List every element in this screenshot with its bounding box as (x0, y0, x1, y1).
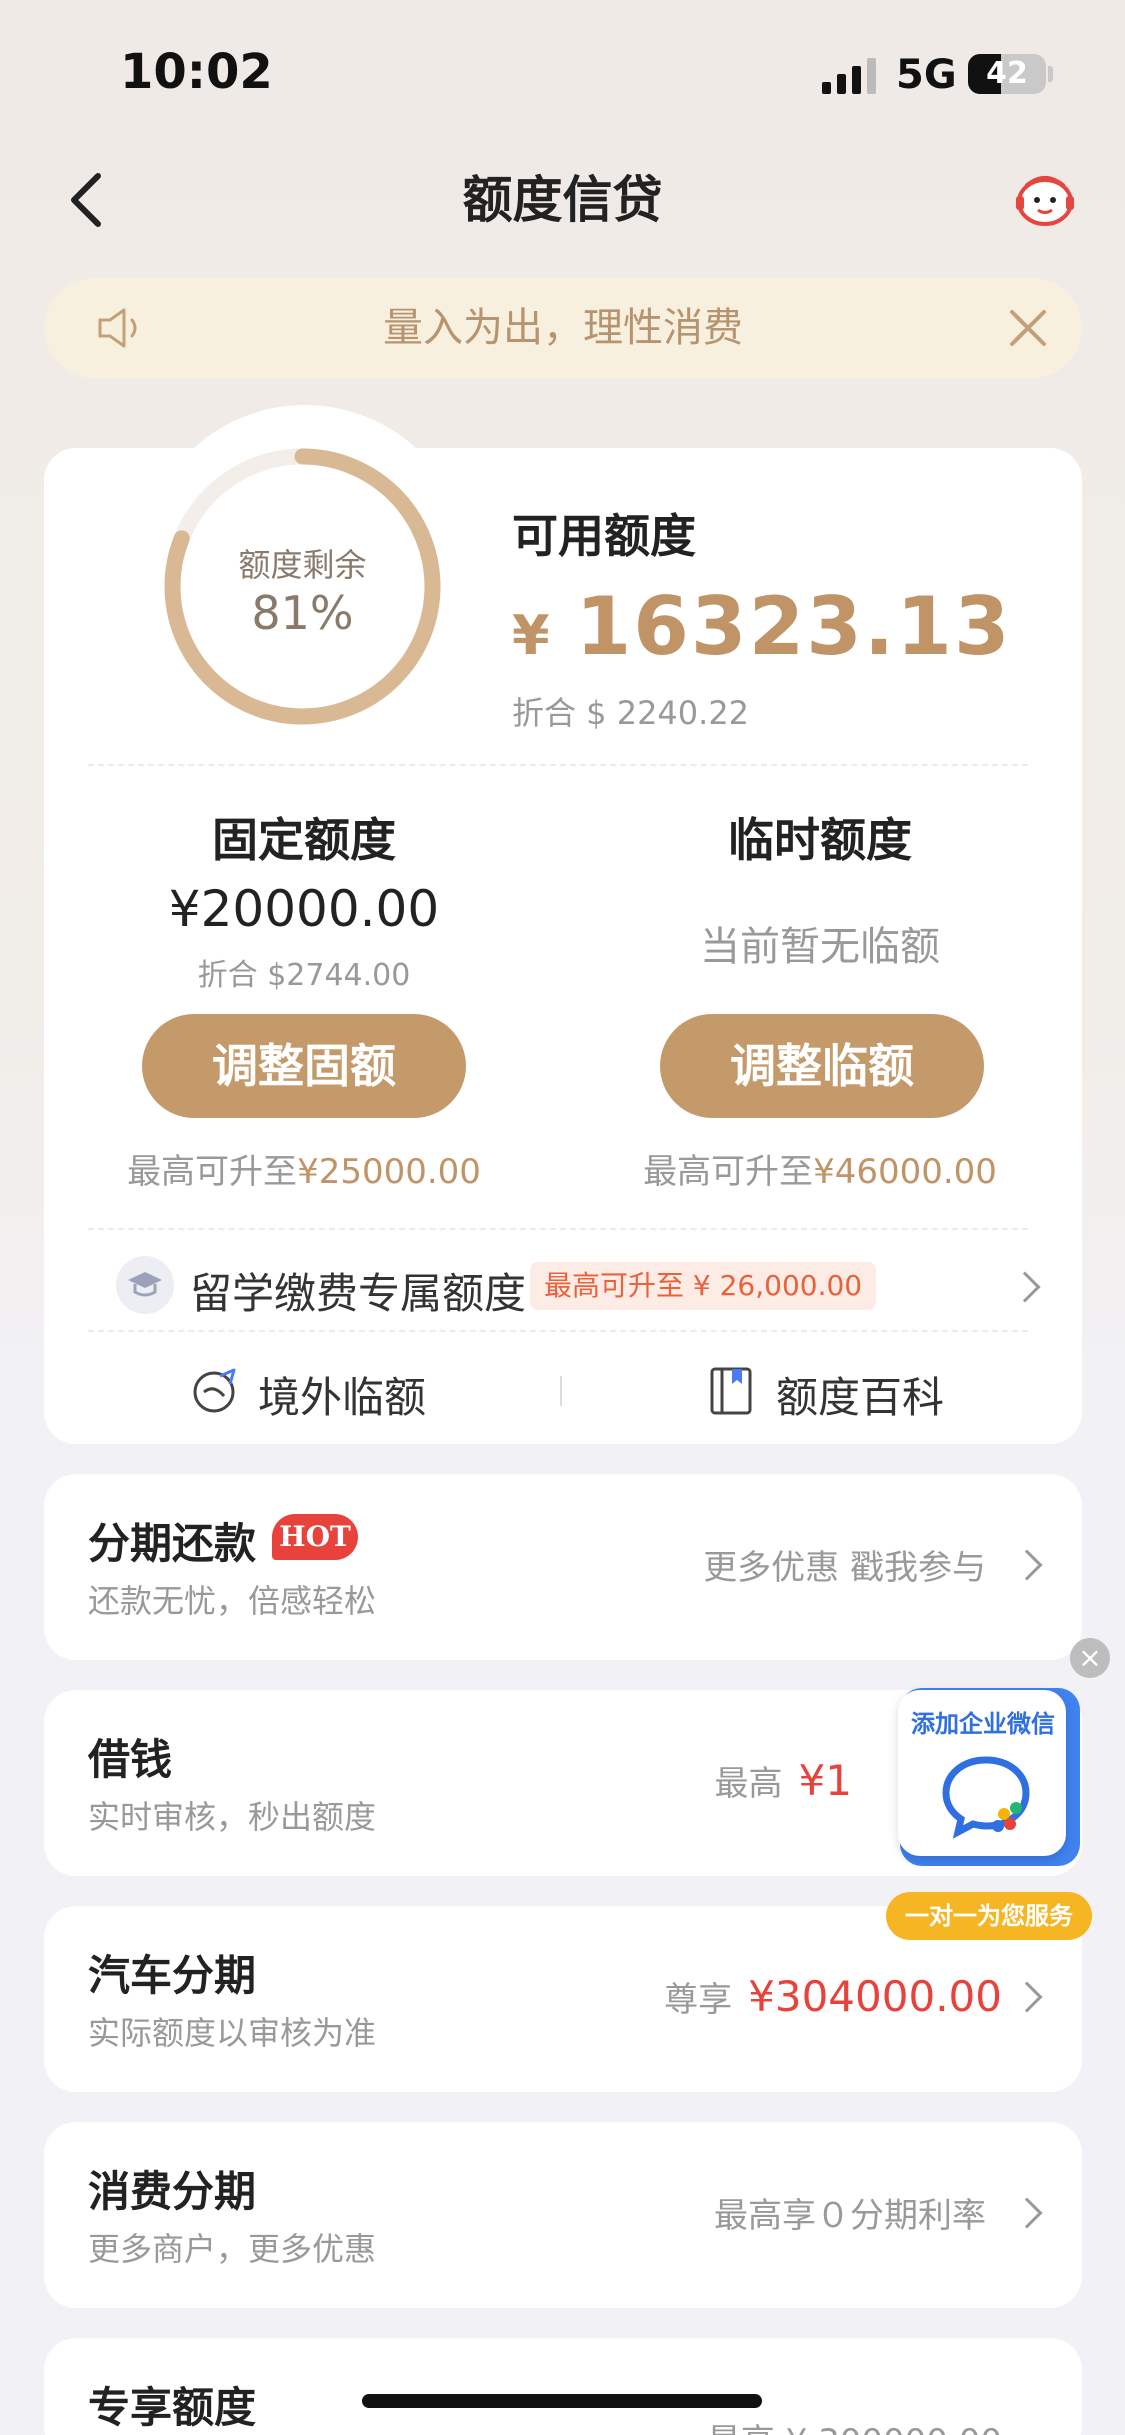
graduation-cap-icon (116, 1256, 174, 1314)
available-credit-label: 可用额度 (512, 509, 696, 563)
network-type: 5G (896, 52, 957, 98)
available-amount-value: 16323.13 (575, 580, 1012, 673)
study-abroad-credit-row[interactable]: 留学缴费专属额度 最高可升至 ¥ 26,000.00 (116, 1256, 1076, 1318)
card-subtitle: 更多商户，更多优惠 (88, 2230, 377, 2268)
fixed-credit-usd: 折合 $2744.00 (197, 958, 411, 993)
hot-badge: HOT (272, 1514, 358, 1560)
card-subtitle: 实时审核，秒出额度 (88, 1798, 377, 1836)
fixed-credit-title: 固定额度 (212, 813, 396, 867)
overseas-globe-icon (193, 1368, 236, 1413)
chevron-right-icon (1011, 2197, 1043, 2229)
wechat-float-label: 添加企业微信 (911, 1710, 1055, 1738)
card-subtitle: 还款无忧，倍感轻松 (88, 1582, 377, 1620)
card-right-text: 最高 ¥ 300000.00 (707, 2414, 1002, 2435)
currency-symbol: ¥ (512, 604, 552, 667)
consumer-installment-card[interactable]: 消费分期 更多商户，更多优惠 最高享０分期利率 (44, 2122, 1082, 2308)
available-credit-amount: ¥16323.13 (512, 580, 1012, 673)
available-credit-usd: 折合 $ 2240.22 (512, 694, 750, 732)
notice-banner: 量入为出，理性消费 (44, 278, 1082, 378)
card-title: 分期还款 (88, 1519, 257, 1568)
temporary-credit-empty: 当前暂无临额 (700, 924, 940, 970)
overseas-temp-credit-label: 境外临额 (258, 1373, 427, 1422)
status-bar: 10:02 5G 42 (0, 0, 1125, 140)
overseas-temp-credit-link[interactable]: 境外临额 (190, 1360, 450, 1422)
card-title: 汽车分期 (88, 1951, 257, 2000)
battery-level: 42 (986, 56, 1028, 91)
card-title: 消费分期 (88, 2167, 257, 2216)
card-title: 借钱 (88, 1735, 173, 1784)
page-title: 额度信贷 (462, 171, 663, 229)
temporary-credit-max: 最高可升至¥46000.00 (643, 1152, 997, 1192)
study-abroad-label: 留学缴费专属额度 (190, 1269, 527, 1318)
temporary-credit-title: 临时额度 (728, 813, 912, 867)
ring-percent: 81% (251, 586, 354, 640)
study-abroad-max-tag: 最高可升至 ¥ 26,000.00 (530, 1262, 877, 1310)
customer-service-mascot-icon[interactable] (1012, 168, 1078, 228)
chevron-right-icon (1011, 1549, 1043, 1581)
wechat-service-pill: 一对一为您服务 (886, 1892, 1092, 1940)
signal-icon (822, 58, 876, 94)
wechat-work-icon (942, 1756, 1030, 1839)
adjust-fixed-credit-button[interactable]: 调整固额 (142, 1014, 466, 1118)
battery-tip (1048, 66, 1053, 82)
ring-label: 额度剩余 (238, 546, 367, 584)
exclusive-credit-card[interactable]: 专享额度 最高 ¥ 300000.00 (44, 2338, 1082, 2435)
battery-icon: 42 (968, 54, 1046, 94)
chevron-right-icon (1011, 1981, 1043, 2013)
home-indicator (362, 2394, 762, 2408)
book-icon (710, 1367, 752, 1415)
card-right-text: 尊享 ¥304000.00 (664, 1972, 1002, 2021)
fixed-credit-amount: ¥20000.00 (168, 880, 440, 938)
status-time: 10:02 (120, 44, 273, 100)
close-notice-icon[interactable] (1004, 304, 1052, 352)
card-right-text: 最高 ¥1 (714, 1756, 852, 1805)
fixed-credit-max: 最高可升至¥25000.00 (127, 1152, 481, 1192)
installment-repayment-card[interactable]: 分期还款 HOT 还款无忧，倍感轻松 更多优惠 戳我参与 (44, 1474, 1082, 1660)
adjust-temporary-credit-button[interactable]: 调整临额 (660, 1014, 984, 1118)
card-title: 专享额度 (88, 2383, 257, 2432)
card-subtitle: 实际额度以审核为准 (88, 2014, 377, 2052)
wechat-work-float[interactable]: 添加企业微信 一对一为您服务 × (886, 1638, 1110, 1940)
divider (88, 764, 1028, 766)
credit-encyclopedia-link[interactable]: 额度百科 (708, 1360, 968, 1422)
divider (88, 1330, 1028, 1332)
card-right-text: 最高享０分期利率 (714, 2196, 986, 2236)
card-right-text: 更多优惠 戳我参与 (703, 1548, 986, 1588)
divider (88, 1228, 1028, 1230)
credit-encyclopedia-label: 额度百科 (776, 1373, 945, 1422)
tool-separator (560, 1376, 562, 1406)
close-float-icon[interactable]: × (1070, 1638, 1110, 1678)
notice-text: 量入为出，理性消费 (383, 305, 743, 351)
chevron-right-icon (1009, 1271, 1041, 1303)
